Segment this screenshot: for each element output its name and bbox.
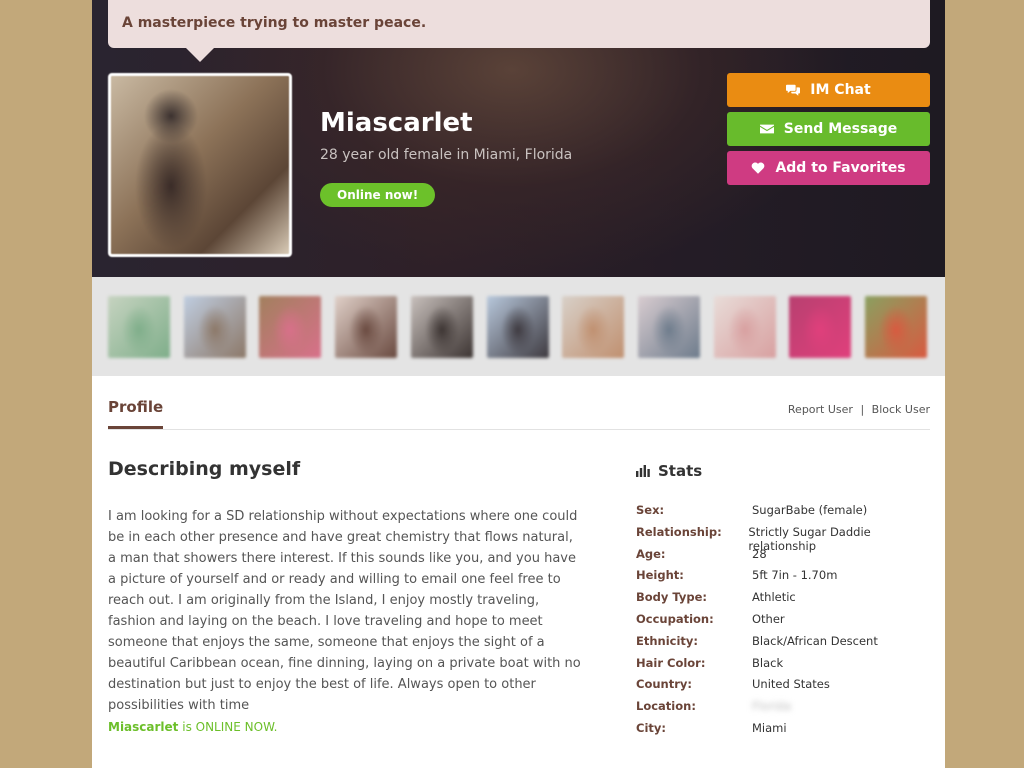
- stat-label: Occupation:: [636, 611, 714, 626]
- stat-label: Sex:: [636, 503, 665, 517]
- online-now-text: is ONLINE NOW.: [178, 720, 278, 734]
- stat-value: Florida: [752, 699, 792, 714]
- stat-label: Ethnicity:: [636, 633, 699, 648]
- stat-value: Black/African Descent: [752, 633, 878, 648]
- stat-label: Height:: [636, 568, 684, 583]
- tab-profile[interactable]: Profile: [108, 398, 164, 429]
- describe-text: I am looking for a SD relationship witho…: [108, 509, 581, 713]
- photo-thumbnail-strip: [92, 277, 945, 376]
- link-separator: |: [860, 403, 865, 416]
- block-user-link[interactable]: Block User: [872, 403, 930, 416]
- photo-thumbnail[interactable]: [108, 296, 170, 358]
- stat-row: Relationship: Strictly Sugar Daddie relat…: [636, 524, 936, 553]
- stat-row: City: Miami: [636, 721, 936, 743]
- stats-title: Stats: [658, 462, 703, 480]
- envelope-icon: [759, 124, 774, 134]
- profile-page: A masterpiece trying to master peace. Mi…: [92, 0, 945, 768]
- stat-row: Sex: SugarBabe (female): [636, 503, 936, 525]
- stat-label: Hair Color:: [636, 655, 706, 670]
- stat-value: Miami: [752, 720, 787, 735]
- stat-label: City:: [636, 720, 666, 735]
- stat-label: Country:: [636, 677, 692, 692]
- stat-label: Relationship:: [636, 524, 722, 539]
- send-message-button[interactable]: Send Message: [727, 112, 930, 146]
- describe-heading: Describing myself: [108, 458, 301, 480]
- tagline-bubble: A masterpiece trying to master peace.: [108, 0, 930, 62]
- photo-thumbnail[interactable]: [335, 296, 398, 358]
- stat-row: Ethnicity: Black/African Descent: [636, 634, 936, 656]
- photo-thumbnail[interactable]: [183, 296, 246, 358]
- stat-label: Age:: [636, 546, 666, 561]
- profile-subtitle: 28 year old female in Miami, Florida: [320, 147, 573, 163]
- bar-chart-icon: [636, 465, 650, 477]
- stat-value: Athletic: [752, 590, 796, 605]
- stat-value: Strictly Sugar Daddie relationship: [748, 524, 871, 553]
- stat-row: Hair Color: Black: [636, 656, 936, 678]
- photo-thumbnail[interactable]: [865, 296, 927, 358]
- online-status-badge: Online now!: [320, 183, 436, 207]
- stat-label: Location:: [636, 699, 696, 714]
- stat-row: Country: United States: [636, 677, 936, 699]
- tagline-text: A masterpiece trying to master peace.: [122, 15, 427, 31]
- stat-value: Black: [752, 655, 784, 670]
- stat-value: Other: [752, 611, 785, 626]
- profile-name: Miascarlet: [320, 108, 473, 138]
- online-now-username[interactable]: Miascarlet: [108, 720, 178, 734]
- add-to-favorites-label: Add to Favorites: [775, 160, 906, 176]
- stat-value: SugarBabe (female): [752, 503, 868, 517]
- photo-thumbnail[interactable]: [637, 296, 700, 358]
- stat-row: Height: 5ft 7in - 1.70m: [636, 568, 936, 590]
- profile-tab-bar: Profile Report User | Block User: [108, 392, 930, 430]
- send-message-label: Send Message: [783, 121, 898, 137]
- stat-value: 5ft 7in - 1.70m: [752, 568, 838, 583]
- photo-thumbnail[interactable]: [713, 296, 776, 358]
- photo-thumbnail[interactable]: [562, 296, 625, 358]
- photo-thumbnail[interactable]: [259, 296, 322, 358]
- stat-value: 28: [752, 546, 767, 561]
- im-chat-label: IM Chat: [810, 82, 871, 98]
- chat-bubbles-icon: [786, 84, 801, 96]
- im-chat-button[interactable]: IM Chat: [727, 73, 930, 107]
- stat-row: Location: Florida: [636, 699, 936, 721]
- stats-table: Sex: SugarBabe (female) Relationship: Stric…: [636, 503, 936, 743]
- stats-heading: Stats: [636, 462, 702, 480]
- stat-value: United States: [752, 677, 830, 692]
- user-actions-links: Report User | Block User: [788, 403, 930, 416]
- report-user-link[interactable]: Report User: [788, 403, 853, 416]
- stat-row: Body Type: Athletic: [636, 590, 936, 612]
- avatar[interactable]: [108, 73, 292, 257]
- stat-label: Body Type:: [636, 590, 708, 605]
- photo-thumbnail[interactable]: [486, 296, 549, 358]
- photo-thumbnail[interactable]: [410, 296, 473, 358]
- stat-row: Occupation: Other: [636, 612, 936, 634]
- heart-icon: [752, 162, 765, 174]
- online-now-notice: Miascarlet is ONLINE NOW.: [108, 720, 277, 734]
- profile-header: A masterpiece trying to master peace. Mi…: [92, 0, 945, 277]
- photo-thumbnail[interactable]: [789, 296, 852, 358]
- add-to-favorites-button[interactable]: Add to Favorites: [727, 151, 930, 185]
